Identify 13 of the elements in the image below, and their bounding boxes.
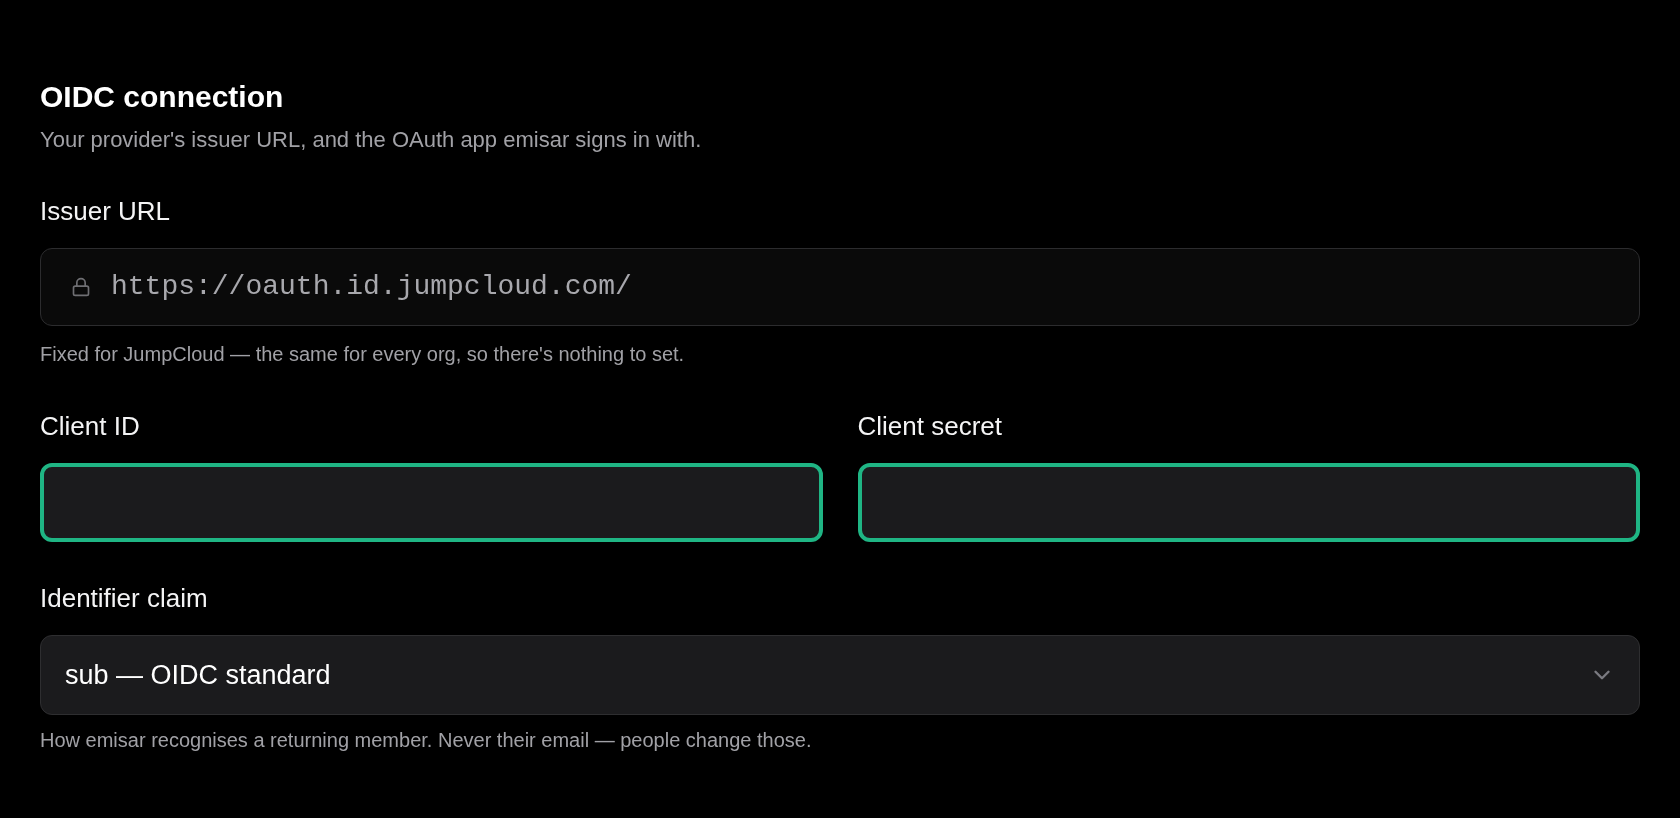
field-label: Client ID bbox=[40, 410, 140, 442]
lock-icon bbox=[71, 277, 91, 297]
text-input[interactable] bbox=[857, 463, 1640, 542]
field-label: Identifier claim bbox=[40, 582, 208, 614]
field-help-text: How emisar recognises a returning member. Never their email — people change those. bbox=[40, 728, 812, 753]
field-help-text: Fixed for JumpCloud — the same for every org, so there's nothing to set. bbox=[40, 342, 685, 367]
field-label: Issuer URL bbox=[40, 195, 171, 227]
section-title: OIDC connection bbox=[40, 79, 284, 115]
section-description: Your provider's issuer URL, and the OAuth app emisar signs in with. bbox=[40, 126, 702, 154]
issuer-url-field[interactable]: https://oauth.id.jumpcloud.com/ bbox=[40, 248, 1640, 326]
field-label: Client secret bbox=[857, 410, 1002, 442]
text-input[interactable] bbox=[40, 463, 823, 542]
identifier-claim-select[interactable]: sub — OIDC standard bbox=[40, 635, 1640, 715]
